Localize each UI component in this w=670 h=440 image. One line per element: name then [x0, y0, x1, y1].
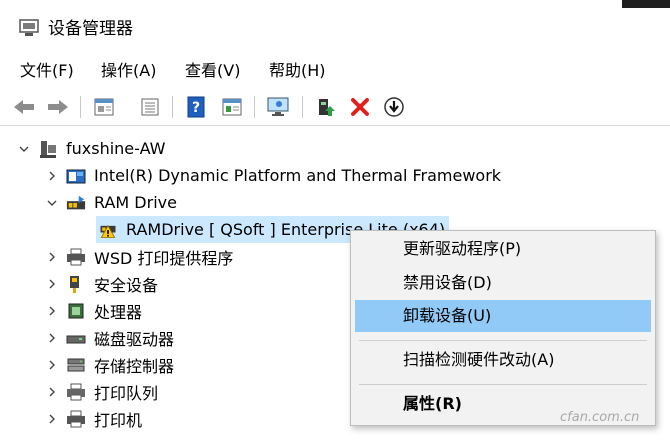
tree-item-label: RAM Drive [94, 193, 177, 212]
menu-disable-device[interactable]: 禁用设备(D) [355, 267, 651, 299]
menu-file[interactable]: 文件(F) [18, 60, 76, 82]
chevron-right-icon[interactable] [44, 411, 60, 427]
toolbar-separator [172, 96, 173, 118]
ram-drive-icon [66, 193, 86, 213]
download-icon[interactable] [380, 94, 408, 120]
menu-update-driver[interactable]: 更新驱动程序(P) [355, 233, 651, 265]
menu-help[interactable]: 帮助(H) [267, 60, 328, 82]
view-details-icon[interactable] [218, 94, 246, 120]
tree-item[interactable]: 处理器 [44, 297, 142, 324]
tree-item[interactable]: 打印队列 [44, 378, 158, 405]
menu-uninstall-device[interactable]: 卸载设备(U) [355, 300, 651, 332]
tree-item-label: WSD 打印提供程序 [94, 248, 234, 268]
monitor-icon[interactable] [264, 94, 292, 120]
view-list-icon[interactable] [136, 94, 164, 120]
tree-item[interactable]: WSD 打印提供程序 [44, 243, 233, 270]
chevron-down-icon[interactable] [16, 141, 32, 157]
update-driver-icon[interactable] [312, 94, 340, 120]
forward-arrow-icon[interactable] [44, 94, 72, 120]
title-bar: 设备管理器 [0, 0, 670, 56]
security-key-icon [66, 274, 86, 294]
thermal-icon [66, 166, 86, 186]
printer-icon [66, 409, 86, 429]
processor-icon [66, 301, 86, 321]
tree-root[interactable]: fuxshine-AW [16, 135, 165, 162]
tree-item[interactable]: RAM Drive [44, 189, 177, 216]
computer-icon [38, 139, 58, 159]
toolbar-separator [80, 96, 81, 118]
chevron-down-icon[interactable] [44, 195, 60, 211]
tree-item-label: 处理器 [94, 302, 143, 322]
svg-text:?: ? [192, 100, 200, 116]
menu-view[interactable]: 查看(V) [183, 60, 242, 82]
chevron-right-icon[interactable] [44, 276, 60, 292]
chevron-right-icon[interactable] [44, 249, 60, 265]
chevron-right-icon[interactable] [44, 384, 60, 400]
uninstall-icon[interactable] [346, 94, 374, 120]
storage-controller-icon [66, 355, 86, 375]
back-arrow-icon[interactable] [10, 94, 38, 120]
tree-item[interactable]: 磁盘驱动器 [44, 324, 174, 351]
tree-item[interactable]: 存储控制器 [44, 351, 174, 378]
warning-device-icon [98, 220, 118, 240]
chevron-right-icon[interactable] [44, 168, 60, 184]
chevron-right-icon[interactable] [44, 330, 60, 346]
computer-name: fuxshine-AW [66, 139, 166, 158]
menu-bar: 文件(F) 操作(A) 查看(V) 帮助(H) [0, 56, 670, 88]
menu-action[interactable]: 操作(A) [99, 60, 158, 82]
window-edge [622, 0, 670, 8]
watermark: cfan.com.cn [560, 410, 640, 425]
tree-item-label: 存储控制器 [94, 356, 175, 376]
help-icon[interactable]: ? [182, 94, 210, 120]
tree-item[interactable]: 安全设备 [44, 270, 158, 297]
chevron-right-icon[interactable] [44, 303, 60, 319]
window-title: 设备管理器 [48, 19, 133, 39]
print-queue-icon [66, 382, 86, 402]
context-menu: 更新驱动程序(P) 禁用设备(D) 卸载设备(U) 扫描检测硬件改动(A) 属性… [350, 230, 656, 426]
tree-item-label: 安全设备 [94, 275, 159, 295]
toolbar-separator [254, 96, 255, 118]
printer-icon [66, 247, 86, 267]
tree-item-label: 打印机 [94, 410, 143, 430]
tree-item[interactable]: 打印机 [44, 405, 142, 432]
chevron-right-icon[interactable] [44, 357, 60, 373]
menu-separator [359, 340, 647, 341]
menu-separator [359, 384, 647, 385]
tree-item-label: 打印队列 [94, 383, 159, 403]
toolbar: ? [0, 88, 670, 126]
toolbar-separator [302, 96, 303, 118]
tree-item-label: Intel(R) Dynamic Platform and Thermal Fr… [94, 166, 502, 185]
tree-item[interactable]: Intel(R) Dynamic Platform and Thermal Fr… [44, 162, 501, 189]
disk-drive-icon [66, 328, 86, 348]
properties-icon[interactable] [90, 94, 118, 120]
menu-scan-hardware[interactable]: 扫描检测硬件改动(A) [355, 344, 651, 376]
device-manager-icon [18, 18, 40, 38]
tree-item-label: 磁盘驱动器 [94, 329, 175, 349]
